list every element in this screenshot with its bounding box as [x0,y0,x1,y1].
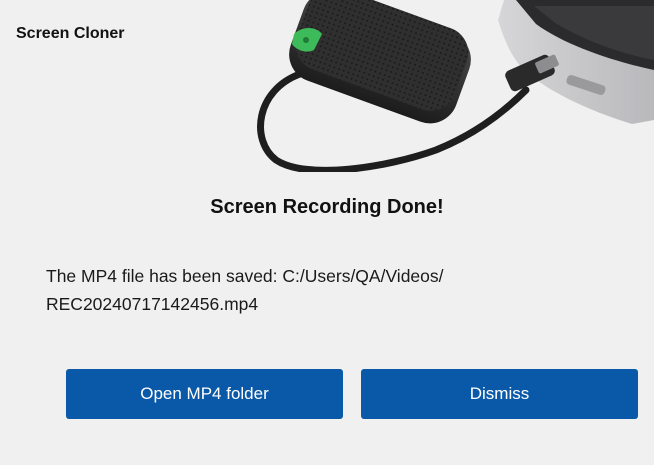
app-title: Screen Cloner [16,25,125,42]
saved-file-message: The MP4 file has been saved: C:/Users/QA… [46,262,606,318]
recording-done-heading: Screen Recording Done! [210,196,444,218]
open-mp4-folder-button[interactable]: Open MP4 folder [66,369,343,419]
saved-path-text: The MP4 file has been saved: C:/Users/QA… [46,266,444,286]
dismiss-button[interactable]: Dismiss [361,369,638,419]
device-product-image [236,0,654,172]
saved-filename-text: REC20240717142456.mp4 [46,294,259,314]
